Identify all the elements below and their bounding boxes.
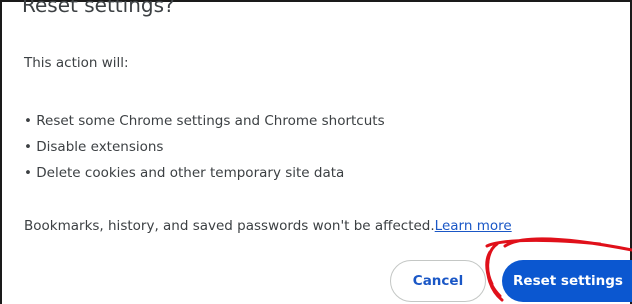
footer-note: Bookmarks, history, and saved passwords … xyxy=(24,218,435,234)
reset-settings-button[interactable]: Reset settings xyxy=(502,260,632,302)
bullet-reset-settings: • Reset some Chrome settings and Chrome … xyxy=(24,113,385,129)
reset-settings-dialog: Reset settings? This action will: • Rese… xyxy=(0,0,632,304)
learn-more-link[interactable]: Learn more xyxy=(435,218,512,234)
dialog-title: Reset settings? xyxy=(22,0,175,17)
cancel-button[interactable]: Cancel xyxy=(390,260,486,302)
bullet-delete-cookies: • Delete cookies and other temporary sit… xyxy=(24,165,345,181)
dialog-intro: This action will: xyxy=(24,55,129,71)
bullet-disable-extensions: • Disable extensions xyxy=(24,139,164,155)
dialog-footer: Bookmarks, history, and saved passwords … xyxy=(24,218,512,234)
